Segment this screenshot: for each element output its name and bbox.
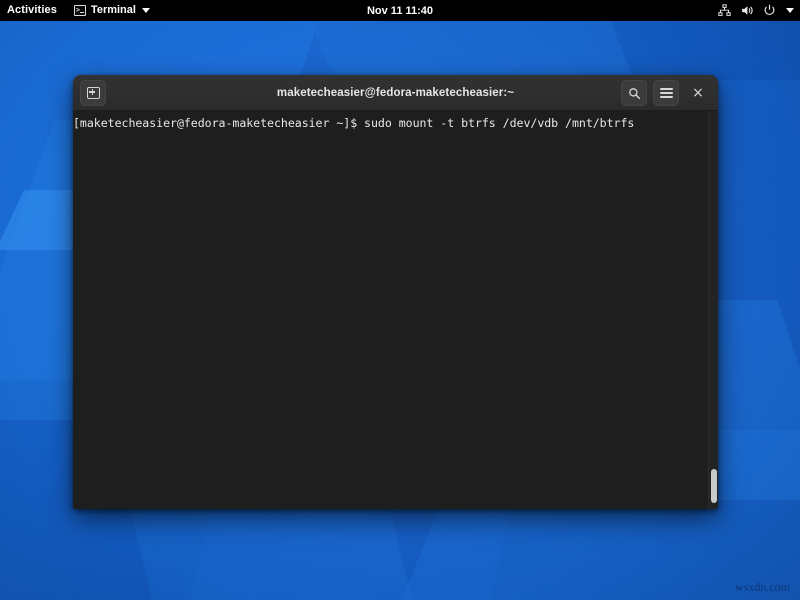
chevron-down-icon[interactable] bbox=[786, 8, 794, 13]
activities-button[interactable]: Activities bbox=[0, 0, 66, 21]
menu-button[interactable] bbox=[653, 80, 679, 106]
top-bar-left-group: Activities Terminal bbox=[0, 0, 158, 21]
terminal-line: [maketecheasier@fedora-maketecheasier ~]… bbox=[73, 116, 718, 131]
app-menu-label: Terminal bbox=[91, 0, 136, 21]
desktop-screen: Activities Terminal Nov 11 11:40 bbox=[0, 0, 800, 600]
hamburger-menu-icon bbox=[660, 88, 673, 98]
close-button[interactable]: × bbox=[685, 80, 711, 106]
volume-icon bbox=[740, 4, 754, 17]
search-button[interactable] bbox=[621, 80, 647, 106]
terminal-titlebar[interactable]: maketecheasier@fedora-maketecheasier:~ × bbox=[73, 75, 718, 111]
system-status-area[interactable] bbox=[718, 0, 794, 21]
power-icon bbox=[763, 4, 776, 17]
network-wired-icon bbox=[718, 4, 731, 17]
titlebar-buttons: × bbox=[621, 80, 711, 106]
search-icon bbox=[628, 87, 641, 100]
terminal-body[interactable]: [maketecheasier@fedora-maketecheasier ~]… bbox=[73, 111, 718, 509]
gnome-top-bar: Activities Terminal Nov 11 11:40 bbox=[0, 0, 800, 21]
terminal-icon bbox=[74, 5, 86, 16]
close-icon: × bbox=[692, 86, 704, 100]
new-tab-icon bbox=[87, 87, 100, 99]
scrollbar-thumb[interactable] bbox=[711, 469, 717, 503]
chevron-down-icon bbox=[142, 8, 150, 13]
app-menu-button[interactable]: Terminal bbox=[66, 0, 158, 21]
new-tab-button[interactable] bbox=[80, 80, 106, 106]
terminal-window: maketecheasier@fedora-maketecheasier:~ × bbox=[73, 75, 718, 509]
terminal-scrollbar[interactable] bbox=[708, 111, 718, 509]
watermark: wsxdn.com bbox=[735, 580, 790, 595]
clock-button[interactable]: Nov 11 11:40 bbox=[367, 5, 433, 17]
